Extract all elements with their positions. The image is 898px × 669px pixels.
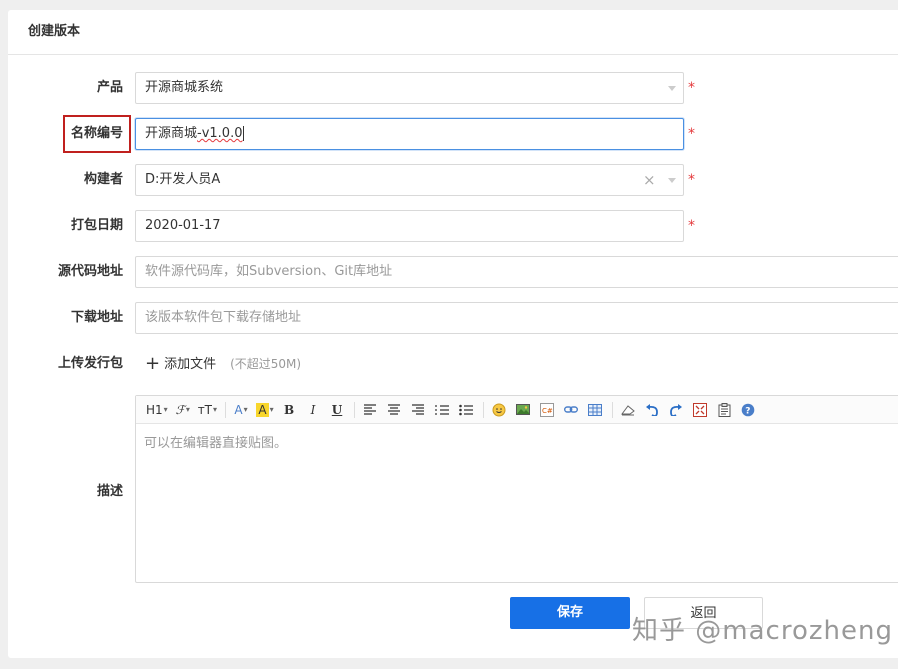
table-icon[interactable] [584,399,606,421]
font-family-button[interactable]: ℱ ▾ [172,399,194,421]
plus-icon: + [145,353,161,374]
bold-button[interactable]: B [278,399,300,421]
emoji-icon[interactable] [488,399,510,421]
source-label: 源代码地址 [57,264,123,279]
date-value: 2020-01-17 [145,218,221,233]
add-file-button[interactable]: + 添加文件 (不超过50M) [145,348,301,381]
ordered-list-icon[interactable] [431,399,453,421]
required-mark: * [688,218,695,234]
paste-icon[interactable] [713,399,735,421]
editor-toolbar: H1 ▾ ℱ ▾ тT ▾ A ▾ A ▾ B I U C# ? [136,396,898,424]
name-value-prefix: 开源商城 [145,126,198,141]
editor-content[interactable]: 可以在编辑器直接贴图。 [136,424,898,459]
download-placeholder: 该版本软件包下载存储地址 [145,310,302,325]
heading-button[interactable]: H1 ▾ [144,399,170,421]
undo-icon[interactable] [641,399,663,421]
background-color-button[interactable]: A ▾ [254,399,276,421]
required-mark: * [688,172,695,188]
clear-icon[interactable]: × [643,165,656,195]
font-color-button[interactable]: A ▾ [230,399,252,421]
add-file-label: 添加文件 [164,357,217,372]
chevron-down-icon [668,178,676,183]
align-right-icon[interactable] [407,399,429,421]
date-label: 打包日期 [70,218,123,233]
product-row: 产品 开源商城系统 * [8,72,898,104]
product-label: 产品 [96,80,123,95]
toolbar-divider [612,401,614,418]
link-icon[interactable] [560,399,582,421]
eraser-icon[interactable] [617,399,639,421]
align-left-icon[interactable] [359,399,381,421]
required-mark: * [688,126,695,142]
toolbar-divider [225,401,227,418]
panel-title: 创建版本 [8,10,898,55]
description-label: 描述 [96,484,123,499]
download-row: 下载地址 该版本软件包下载存储地址 [8,302,898,334]
upload-row: 上传发行包 + 添加文件 (不超过50M) [8,348,898,380]
rich-text-editor[interactable]: H1 ▾ ℱ ▾ тT ▾ A ▾ A ▾ B I U C# ? 可以在编辑器直… [135,395,898,583]
source-placeholder: 软件源代码库，如Subversion、Git库地址 [145,264,393,279]
name-input[interactable]: 开源商城-v1.0.0 [135,118,684,150]
align-center-icon[interactable] [383,399,405,421]
create-version-panel: 创建版本 产品 开源商城系统 * 名称编号 开源商城-v1.0.0 * 构建者 … [8,10,898,658]
builder-row: 构建者 D:开发人员A × * [8,164,898,196]
font-size-button[interactable]: тT ▾ [196,399,219,421]
toolbar-divider [483,401,485,418]
watermark: 知乎 @macrozheng [632,616,893,646]
toolbar-divider [354,401,356,418]
download-label: 下载地址 [70,310,123,325]
upload-hint: (不超过50M) [230,357,302,371]
builder-select[interactable]: D:开发人员A × [135,164,684,196]
image-icon[interactable] [512,399,534,421]
date-row: 打包日期 2020-01-17 * [8,210,898,242]
builder-value: D:开发人员A [145,172,221,187]
name-value-suffix: -v1.0.0 [197,126,243,141]
svg-text:C#: C# [542,407,553,415]
editor-placeholder: 可以在编辑器直接贴图。 [144,436,288,451]
upload-label: 上传发行包 [57,356,123,371]
required-mark: * [688,80,695,96]
unordered-list-icon[interactable] [455,399,477,421]
builder-label: 构建者 [83,172,123,187]
product-select[interactable]: 开源商城系统 [135,72,684,104]
source-input[interactable]: 软件源代码库，如Subversion、Git库地址 [135,256,898,288]
name-row: 名称编号 开源商城-v1.0.0 * [8,115,898,153]
code-icon[interactable]: C# [536,399,558,421]
product-value: 开源商城系统 [145,80,224,95]
save-button[interactable]: 保存 [510,597,630,629]
name-label: 名称编号 [62,115,132,153]
fullscreen-icon[interactable] [689,399,711,421]
underline-button[interactable]: U [326,399,348,421]
redo-icon[interactable] [665,399,687,421]
italic-button[interactable]: I [302,399,324,421]
date-input[interactable]: 2020-01-17 [135,210,684,242]
text-cursor [243,126,245,141]
source-row: 源代码地址 软件源代码库，如Subversion、Git库地址 [8,256,898,288]
download-input[interactable]: 该版本软件包下载存储地址 [135,302,898,334]
chevron-down-icon [668,86,676,91]
help-icon[interactable]: ? [737,399,759,421]
svg-text:?: ? [745,406,750,416]
